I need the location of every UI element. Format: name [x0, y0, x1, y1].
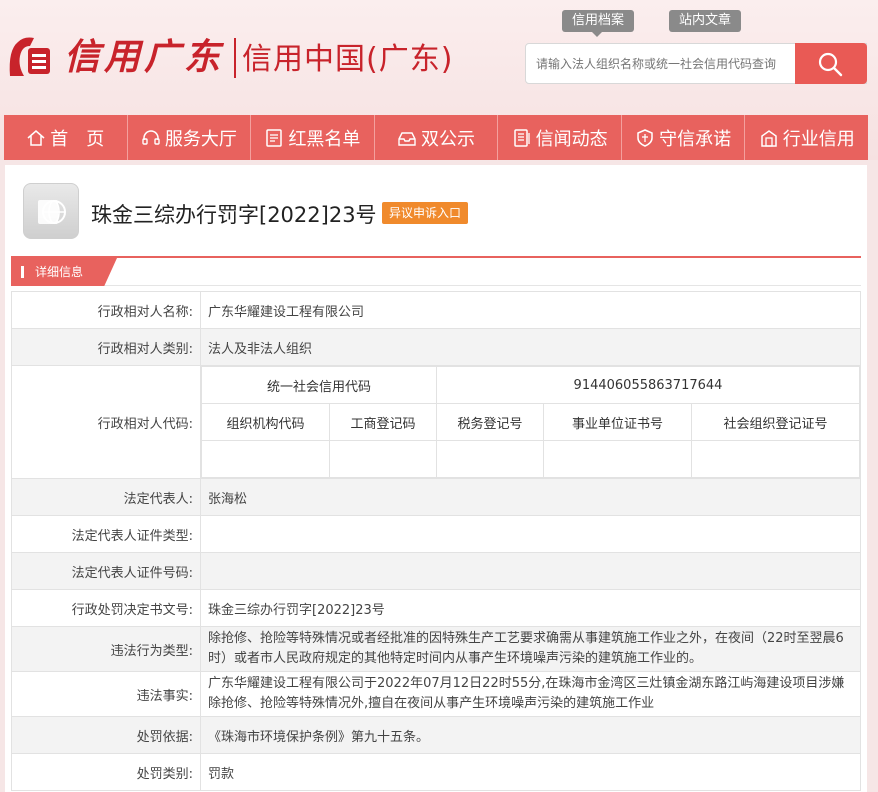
credit-archive-tab[interactable]: 信用档案 [562, 10, 634, 37]
violation-type-value: 除抢修、抢险等特殊情况或者经批准的因特殊生产工艺要求确需从事建筑施工作业之外，在… [200, 626, 861, 672]
field-label: 行政相对人名称: [11, 291, 201, 329]
inst-cert-value [543, 440, 692, 478]
table-row: 处罚类别: 罚款 [11, 753, 861, 791]
penalty-type-value: 罚款 [200, 753, 861, 791]
inbox-icon [398, 131, 416, 146]
field-label: 违法行为类型: [11, 626, 201, 672]
biz-reg-value [329, 440, 437, 478]
field-label: 法定代表人证件类型: [11, 515, 201, 553]
logo-mark-icon [9, 37, 50, 76]
nav-label: 信闻动态 [535, 128, 608, 150]
table-row: 组织机构代码 工商登记码 税务登记号 事业单位证书号 社会组织登记证号 [201, 403, 860, 441]
table-row: 法定代表人: 张海松 [11, 478, 861, 516]
appeal-entry-button[interactable]: 异议申诉入口 [382, 202, 469, 224]
details-table: 行政相对人名称: 广东华耀建设工程有限公司 行政相对人类别: 法人及非法人组织 … [11, 291, 861, 791]
logo-subtitle: 信用中国(广东) [242, 42, 454, 77]
tax-reg-value [436, 440, 544, 478]
field-label: 行政处罚决定书文号: [11, 589, 201, 627]
nav-item-home[interactable]: 首 页 [4, 115, 128, 160]
nav-label: 守信承诺 [659, 128, 732, 150]
field-label: 违法事实: [11, 671, 201, 717]
site-logo[interactable]: 信用广东 信用中国(广东) [4, 22, 474, 92]
table-row: 法定代表人证件类型: [11, 515, 861, 553]
table-row: 行政处罚决定书文号: 珠金三综办行罚字[2022]23号 [11, 589, 861, 627]
nav-item-service-hall[interactable]: 服务大厅 [128, 115, 252, 160]
field-label: 行政相对人代码: [11, 365, 201, 479]
org-code-value [201, 440, 330, 478]
table-row [201, 440, 860, 478]
nav-label: 行业信用 [782, 128, 855, 150]
field-label: 法定代表人: [11, 478, 201, 516]
inst-cert-label: 事业单位证书号 [543, 403, 692, 441]
table-row: 统一社会信用代码 914406055863717644 [201, 366, 860, 404]
main-content: 珠金三综办行罚字[2022]23号 异议申诉入口 详细信息 行政相对人名称: 广… [5, 165, 867, 792]
nav-item-industry-credit[interactable]: 行业信用 [745, 115, 868, 160]
table-row: 行政相对人代码: 统一社会信用代码 914406055863717644 组织机… [11, 365, 861, 479]
nav-item-news[interactable]: 信闻动态 [498, 115, 622, 160]
nav-item-red-black-list[interactable]: 红黑名单 [251, 115, 375, 160]
building-icon [761, 129, 777, 147]
nav-label: 双公示 [421, 128, 476, 150]
shield-icon [637, 128, 653, 147]
home-icon [27, 129, 45, 146]
nav-item-credit-promise[interactable]: 守信承诺 [622, 115, 746, 160]
table-row: 法定代表人证件号码: [11, 552, 861, 590]
record-icon-box [23, 183, 79, 239]
page-title: 珠金三综办行罚字[2022]23号 [91, 203, 377, 227]
table-row: 违法事实: 广东华耀建设工程有限公司于2022年07月12日22时55分,在珠海… [11, 671, 861, 717]
globe-document-icon [38, 200, 66, 224]
violation-facts-value: 广东华耀建设工程有限公司于2022年07月12日22时55分,在珠海市金湾区三灶… [200, 671, 861, 717]
counterparty-name-value: 广东华耀建设工程有限公司 [200, 291, 861, 329]
usc-value: 914406055863717644 [436, 366, 860, 404]
credit-archive-label: 信用档案 [571, 13, 624, 28]
tab-pointer [592, 32, 602, 37]
legal-rep-value: 张海松 [200, 478, 861, 516]
field-label: 处罚依据: [11, 716, 201, 754]
logo-divider [234, 38, 236, 78]
codes-table: 统一社会信用代码 914406055863717644 组织机构代码 工商登记码… [201, 366, 860, 478]
tax-reg-label: 税务登记号 [436, 403, 544, 441]
field-label: 处罚类别: [11, 753, 201, 791]
penalty-basis-value: 《珠海市环境保护条例》第九十五条。 [200, 716, 861, 754]
table-row: 行政相对人名称: 广东华耀建设工程有限公司 [11, 291, 861, 329]
nav-item-double-publicity[interactable]: 双公示 [375, 115, 499, 160]
table-row: 违法行为类型: 除抢修、抢险等特殊情况或者经批准的因特殊生产工艺要求确需从事建筑… [11, 626, 861, 672]
table-row: 行政相对人类别: 法人及非法人组织 [11, 328, 861, 366]
document-icon [266, 128, 283, 147]
logo-script-text: 信用广东 [64, 36, 225, 78]
headset-icon [142, 129, 160, 145]
main-nav: 首 页 服务大厅 红黑名单 双公示 信闻动态 守信承诺 行业信用 [4, 115, 868, 160]
social-org-label: 社会组织登记证号 [691, 403, 860, 441]
search-button[interactable] [795, 43, 867, 84]
site-article-tab[interactable]: 站内文章 [669, 10, 741, 32]
legal-rep-id-no-value [200, 552, 861, 590]
legal-rep-id-type-value [200, 515, 861, 553]
news-icon [513, 128, 530, 147]
social-org-value [691, 440, 860, 478]
field-label: 法定代表人证件号码: [11, 552, 201, 590]
section-tab-details[interactable]: 详细信息 [11, 258, 117, 286]
field-label: 行政相对人类别: [11, 328, 201, 366]
table-row: 处罚依据: 《珠海市环境保护条例》第九十五条。 [11, 716, 861, 754]
search-input[interactable] [536, 44, 796, 83]
usc-label: 统一社会信用代码 [201, 366, 437, 404]
biz-reg-label: 工商登记码 [329, 403, 437, 441]
org-code-label: 组织机构代码 [201, 403, 330, 441]
search-box [525, 43, 867, 84]
decision-no-value: 珠金三综办行罚字[2022]23号 [200, 589, 861, 627]
site-article-label: 站内文章 [678, 13, 731, 28]
nav-label: 首 页 [50, 128, 105, 150]
nav-label: 服务大厅 [164, 128, 237, 150]
section-header: 详细信息 [11, 256, 861, 286]
counterparty-category-value: 法人及非法人组织 [200, 328, 861, 366]
codes-cell: 统一社会信用代码 914406055863717644 组织机构代码 工商登记码… [200, 365, 861, 479]
nav-label: 红黑名单 [288, 128, 361, 150]
search-icon [818, 52, 843, 77]
